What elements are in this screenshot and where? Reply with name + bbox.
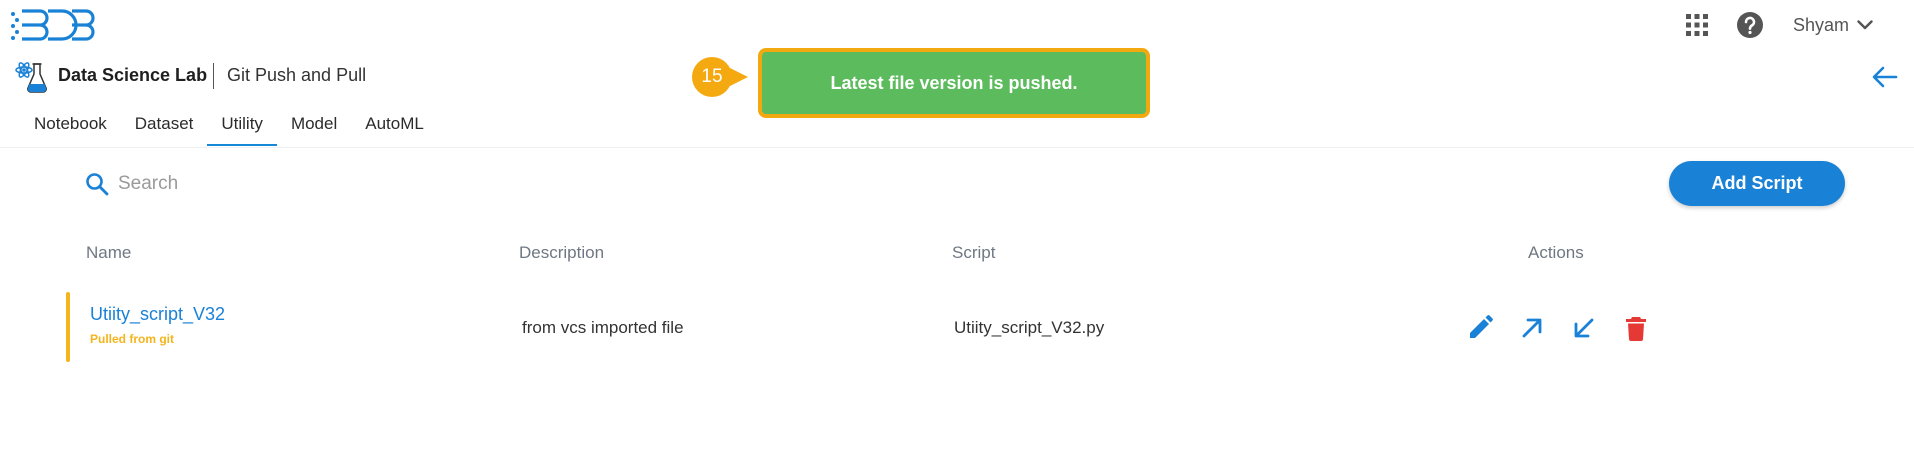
search-box [84,168,484,200]
tabs-divider [0,147,1914,148]
success-toast: Latest file version is pushed. [758,48,1150,118]
column-header-actions: Actions [1528,243,1584,262]
module-title: Data Science Lab [58,65,208,85]
step-number: 15 [692,57,732,97]
tab-automl[interactable]: AutoML [351,108,438,146]
tab-notebook[interactable]: Notebook [20,108,121,146]
column-header-name: Name [86,243,132,262]
script-file-name: Utiity_script_V32.py [954,318,1105,337]
table-row: Utiity_script_V32 Pulled from git from v… [66,292,1866,364]
page-title: Git Push and Pull [227,65,367,85]
script-description: from vcs imported file [522,318,684,337]
data-science-lab-icon [15,62,47,93]
bdb-logo[interactable] [10,6,98,44]
pull-icon[interactable] [1570,314,1598,342]
tab-dataset[interactable]: Dataset [121,108,208,146]
user-name[interactable]: Shyam [1793,15,1849,36]
title-divider [213,63,214,89]
delete-icon[interactable] [1622,314,1650,342]
push-icon[interactable] [1518,314,1546,342]
row-status-accent [66,292,70,362]
tab-model[interactable]: Model [277,108,351,146]
search-icon [86,173,109,196]
column-header-description: Description [519,243,605,262]
edit-icon[interactable] [1466,314,1494,342]
user-menu[interactable]: Shyam [1793,12,1873,38]
search-input[interactable] [118,173,478,195]
step-badge: 15 [692,57,754,97]
column-header-script: Script [952,243,996,262]
help-circle-icon[interactable] [1736,11,1764,39]
tab-bar: Notebook Dataset Utility Model AutoML [20,108,438,146]
tab-utility[interactable]: Utility [207,108,277,146]
toast-message: Latest file version is pushed. [830,72,1078,93]
chevron-down-icon[interactable] [1857,20,1873,30]
top-bar: Shyam [0,0,1914,50]
git-status-label: Pulled from git [90,332,174,346]
step-pointer [728,67,748,87]
grid-apps-icon[interactable] [1686,14,1708,36]
add-script-button[interactable]: Add Script [1669,161,1845,206]
script-name-link[interactable]: Utiity_script_V32 [90,304,225,325]
arrow-left-icon[interactable] [1870,62,1900,92]
